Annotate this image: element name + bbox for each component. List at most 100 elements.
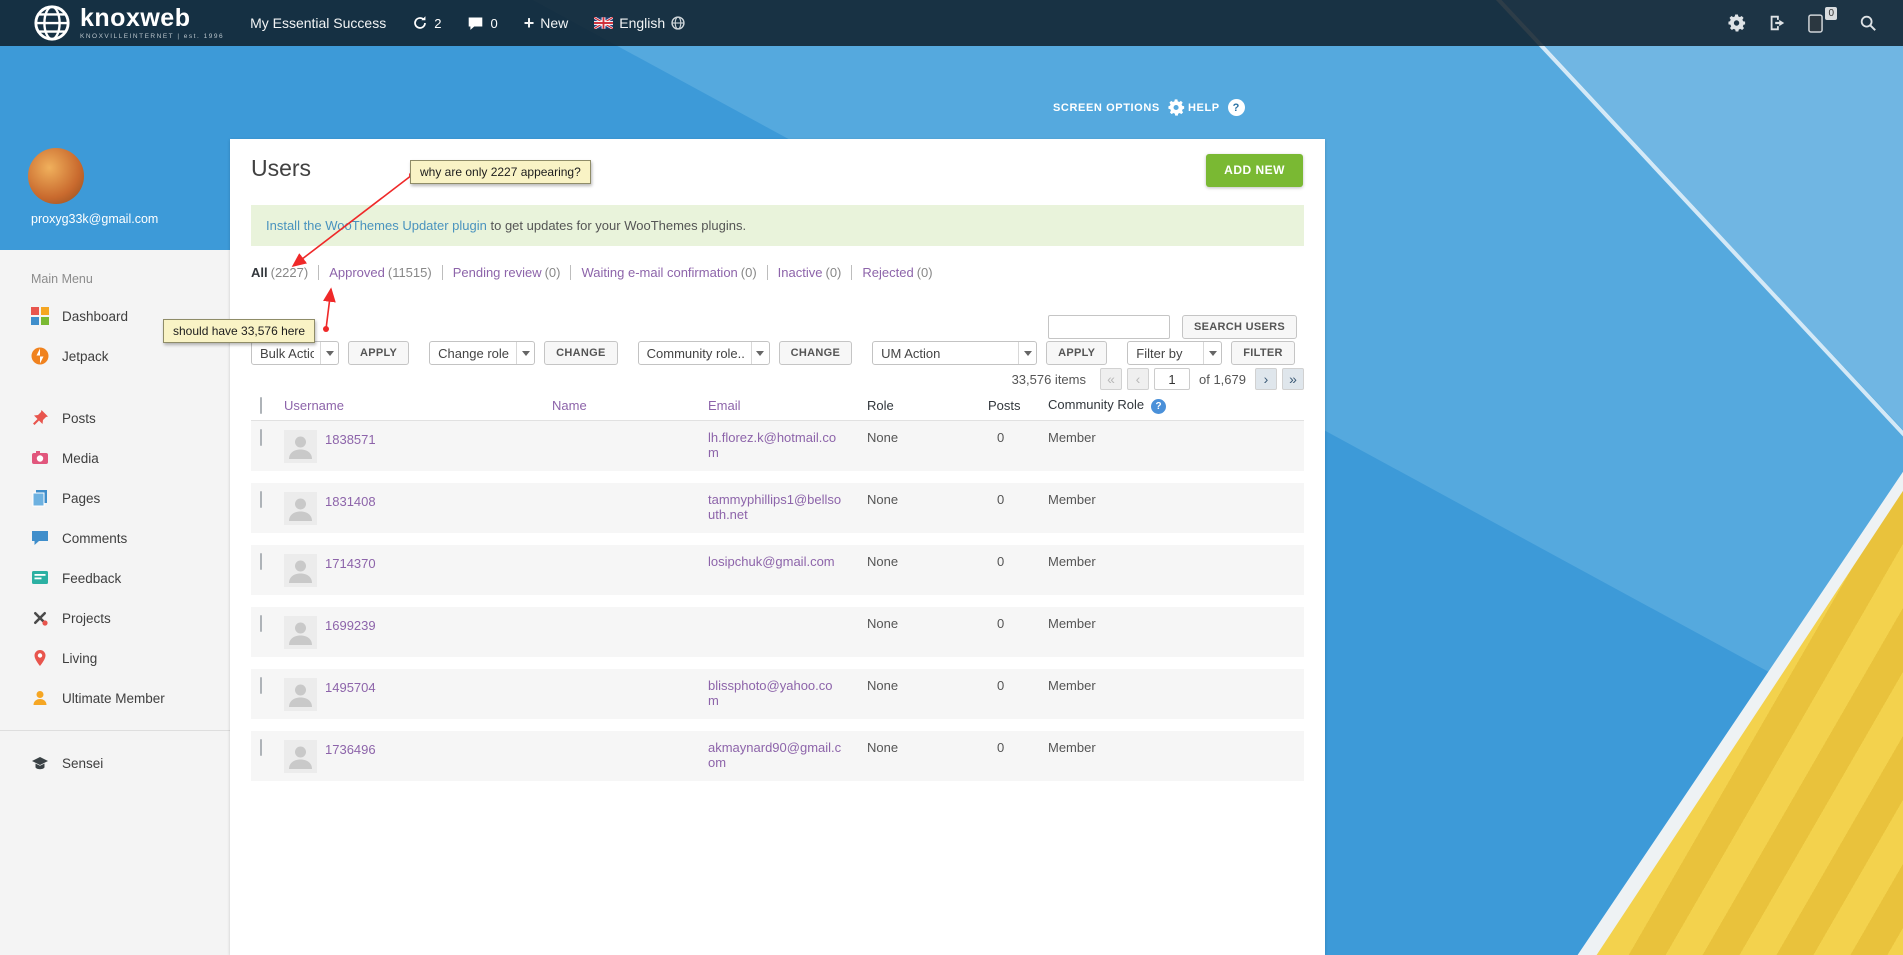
view-waiting-confirmation-count: (0) (741, 265, 757, 280)
total-items-count: 33,576 items (1012, 372, 1086, 387)
sidebar-item-label: Pages (62, 491, 100, 506)
woothemes-updater-link[interactable]: Install the WooThemes Updater plugin (266, 218, 487, 233)
email-link[interactable]: blissphoto@yahoo.com (708, 678, 867, 708)
column-header-name[interactable]: Name (552, 398, 708, 413)
help-button[interactable]: HELP ? (1188, 99, 1245, 116)
new-content-menu[interactable]: + New (524, 14, 569, 32)
chevron-down-icon (1018, 342, 1036, 364)
username-link[interactable]: 1714370 (325, 554, 376, 571)
updates-count: 2 (434, 16, 441, 31)
view-approved-link[interactable]: Approved (329, 265, 385, 280)
last-page-button[interactable]: » (1282, 368, 1304, 390)
email-link[interactable]: lh.florez.k@hotmail.com (708, 430, 867, 460)
feedback-icon (31, 569, 49, 587)
jetpack-icon (31, 347, 49, 365)
language-switcher[interactable]: English (594, 15, 685, 31)
column-header-email[interactable]: Email (708, 398, 867, 413)
bulk-actions-select[interactable]: Bulk Actions (251, 341, 339, 365)
member-user-icon (31, 689, 49, 707)
apply-um-action-button[interactable]: APPLY (1046, 341, 1107, 365)
sidebar-menu-heading: Main Menu (0, 272, 230, 286)
role-cell: None (867, 554, 988, 569)
sidebar-item-posts[interactable]: Posts (0, 398, 230, 438)
username-link[interactable]: 1495704 (325, 678, 376, 695)
apply-bulk-button[interactable]: APPLY (348, 341, 409, 365)
sidebar-item-pages[interactable]: Pages (0, 478, 230, 518)
add-new-button[interactable]: ADD NEW (1206, 154, 1303, 187)
posts-cell: 0 (988, 492, 1048, 507)
email-link[interactable]: akmaynard90@gmail.com (708, 740, 867, 770)
screen-options-button[interactable]: SCREEN OPTIONS (1053, 99, 1185, 116)
chevron-down-icon (1203, 342, 1221, 364)
um-action-select[interactable]: UM Action (872, 341, 1037, 365)
table-row: 1699239 None 0 Member (251, 607, 1304, 657)
select-row-checkbox[interactable] (260, 429, 262, 446)
view-pending-review-count: (0) (545, 265, 561, 280)
select-row-checkbox[interactable] (260, 491, 262, 508)
knoxweb-logo[interactable]: knoxweb KNOXVILLEINTERNET | est. 1996 (33, 4, 224, 42)
sidebar-item-living[interactable]: Living (0, 638, 230, 678)
device-preview-button[interactable]: 0 (1808, 14, 1837, 33)
chevron-down-icon (320, 342, 338, 364)
prev-page-button[interactable]: ‹ (1127, 368, 1149, 390)
select-row-checkbox[interactable] (260, 677, 262, 694)
sidebar-item-projects[interactable]: Projects (0, 598, 230, 638)
woothemes-notice: Install the WooThemes Updater plugin to … (251, 205, 1304, 246)
filter-button[interactable]: FILTER (1231, 341, 1294, 365)
view-pending-review: Pending review(0) (442, 265, 571, 280)
sidebar-item-label: Sensei (62, 756, 103, 771)
change-role-select[interactable]: Change role to... (429, 341, 535, 365)
plus-icon: + (524, 14, 535, 32)
posts-cell: 0 (988, 678, 1048, 693)
community-role-select[interactable]: Community role... (638, 341, 770, 365)
help-question-icon: ? (1228, 99, 1245, 116)
sidebar: Main Menu Dashboard Jetpack Posts (0, 250, 230, 955)
select-row-checkbox[interactable] (260, 553, 262, 570)
sidebar-item-media[interactable]: Media (0, 438, 230, 478)
updates-menu[interactable]: 2 (412, 15, 441, 31)
annotation-note: should have 33,576 here (163, 319, 315, 343)
change-community-role-button[interactable]: CHANGE (779, 341, 852, 365)
select-row-checkbox[interactable] (260, 615, 262, 632)
posts-cell: 0 (988, 740, 1048, 755)
comments-menu[interactable]: 0 (467, 15, 497, 32)
site-name-link[interactable]: My Essential Success (250, 15, 386, 31)
column-header-username[interactable]: Username (284, 398, 552, 413)
search-icon[interactable] (1859, 14, 1877, 32)
view-pending-review-link[interactable]: Pending review (453, 265, 542, 280)
username-link[interactable]: 1831408 (325, 492, 376, 509)
column-header-role: Role (867, 398, 988, 413)
select-all-checkbox[interactable] (260, 397, 262, 414)
view-rejected: Rejected(0) (851, 265, 942, 280)
change-role-button[interactable]: CHANGE (544, 341, 617, 365)
sidebar-item-sensei[interactable]: Sensei (0, 743, 230, 783)
email-link[interactable]: losipchuk@gmail.com (708, 554, 859, 569)
community-role-help-icon[interactable]: ? (1151, 399, 1166, 414)
user-avatar[interactable] (28, 148, 84, 204)
select-row-checkbox[interactable] (260, 739, 262, 756)
role-cell: None (867, 430, 988, 445)
filter-by-select[interactable]: Filter by (1127, 341, 1222, 365)
first-page-button[interactable]: « (1100, 368, 1122, 390)
dashboard-icon (31, 307, 49, 325)
next-page-button[interactable]: › (1255, 368, 1277, 390)
exit-door-icon[interactable] (1768, 14, 1786, 32)
view-all-link[interactable]: All (251, 265, 268, 280)
settings-gear-icon[interactable] (1728, 14, 1746, 32)
username-link[interactable]: 1736496 (325, 740, 376, 757)
view-waiting-confirmation-link[interactable]: Waiting e-mail confirmation (581, 265, 737, 280)
username-link[interactable]: 1699239 (325, 616, 376, 633)
search-users-input[interactable] (1048, 315, 1170, 339)
sidebar-item-label: Jetpack (62, 349, 109, 364)
sidebar-item-ultimate-member[interactable]: Ultimate Member (0, 678, 230, 718)
current-page-input[interactable] (1154, 368, 1190, 390)
username-link[interactable]: 1838571 (325, 430, 376, 447)
sidebar-item-feedback[interactable]: Feedback (0, 558, 230, 598)
bulk-actions-toolbar: Bulk Actions APPLY Change role to... CHA… (251, 341, 1295, 365)
sidebar-item-comments[interactable]: Comments (0, 518, 230, 558)
sidebar-item-label: Ultimate Member (62, 691, 165, 706)
email-link[interactable]: tammyphillips1@bellsouth.net (708, 492, 867, 522)
view-inactive-link[interactable]: Inactive (778, 265, 823, 280)
view-rejected-link[interactable]: Rejected (862, 265, 913, 280)
search-users-button[interactable]: SEARCH USERS (1182, 315, 1297, 339)
